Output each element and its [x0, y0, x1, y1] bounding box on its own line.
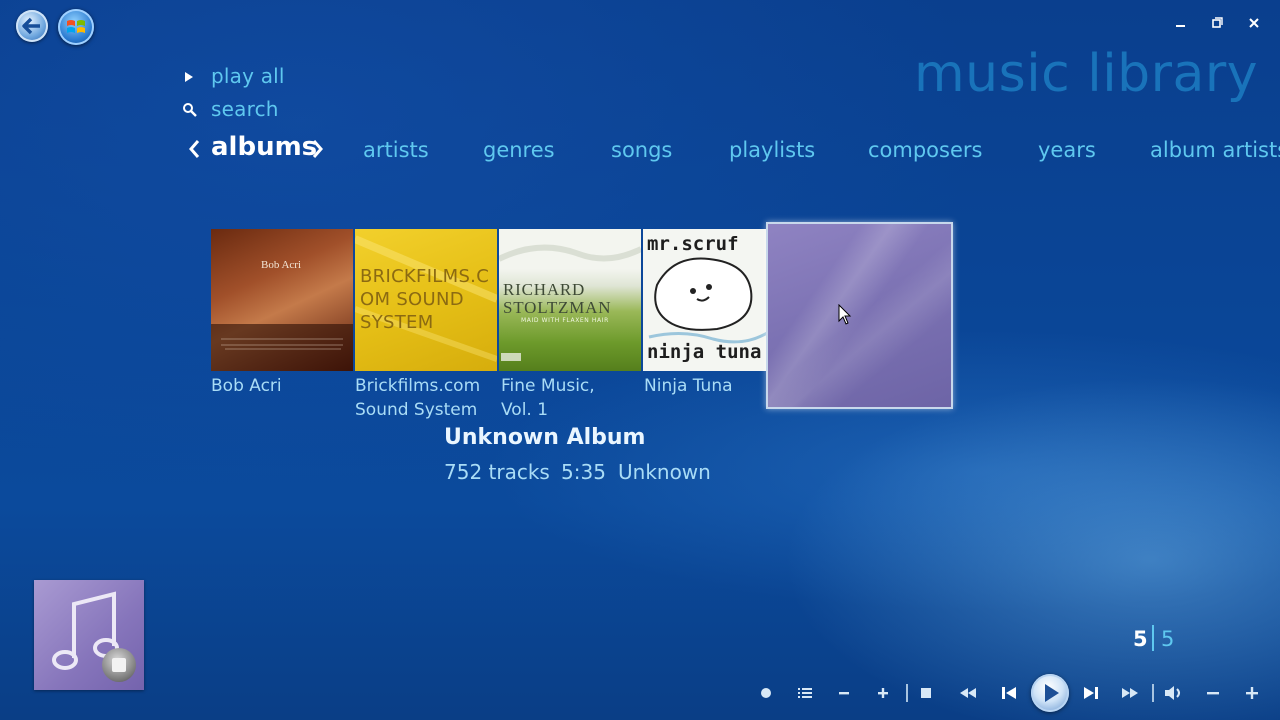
play-button[interactable] — [1031, 674, 1069, 712]
play-all-icon — [182, 69, 198, 85]
cover-text-line: MAID WITH FLAXEN HAIR — [521, 317, 609, 324]
close-icon[interactable] — [1243, 12, 1265, 34]
search-icon — [182, 102, 198, 118]
album-title-line: Brickfilms.com — [355, 376, 481, 396]
pivot-left-chevron-icon[interactable] — [186, 133, 202, 171]
pivot-album-artists[interactable]: album artists — [1150, 138, 1280, 162]
album-cover-brickfilms[interactable]: BRICKFILMS.C OM SOUND SYSTEM — [355, 229, 497, 371]
volume-icon[interactable] — [1162, 682, 1186, 704]
page-counter-divider — [1152, 625, 1154, 651]
search-link[interactable]: search — [211, 97, 279, 121]
cover-text-line: STOLTZMAN — [503, 298, 612, 317]
playlist-icon[interactable] — [795, 682, 815, 704]
rewind-icon[interactable] — [956, 682, 980, 704]
cover-text-line: SYSTEM — [360, 312, 434, 333]
volume-down-icon[interactable] — [1203, 682, 1223, 704]
album-title-line: Fine Music, — [501, 376, 595, 396]
cover-text-line: ninja tuna — [647, 341, 762, 363]
pivot-artists[interactable]: artists — [363, 138, 429, 162]
pivot-genres[interactable]: genres — [483, 138, 555, 162]
selected-album-tracks: 752 tracks — [444, 460, 550, 484]
page-counter-total: 5 — [1161, 627, 1175, 651]
now-playing-thumbnail[interactable] — [34, 580, 144, 690]
pivot-songs[interactable]: songs — [611, 138, 672, 162]
restore-icon[interactable] — [1206, 12, 1228, 34]
album-title-brickfilms[interactable]: Brickfilms.com Sound System — [355, 374, 497, 422]
selected-album-duration: 5:35 — [561, 460, 606, 484]
play-all-link[interactable]: play all — [211, 64, 285, 88]
transport-divider — [1152, 684, 1154, 702]
plus-icon[interactable] — [873, 682, 893, 704]
next-icon[interactable] — [1079, 682, 1103, 704]
windows-start-button[interactable] — [58, 9, 94, 45]
pivot-right-chevron-icon[interactable] — [310, 133, 326, 171]
transport-divider — [906, 684, 908, 702]
record-icon[interactable] — [756, 682, 776, 704]
page-counter-current: 5 — [1133, 627, 1148, 651]
back-arrow-icon — [22, 17, 40, 35]
play-icon — [1045, 684, 1059, 702]
pivot-albums[interactable]: albums — [211, 132, 317, 162]
album-title-line: Sound System — [355, 400, 478, 420]
cover-text-line: OM SOUND — [360, 289, 464, 310]
selected-album-artist: Unknown — [618, 460, 711, 484]
album-cover-fine-music[interactable]: RICHARD STOLTZMAN MAID WITH FLAXEN HAIR — [499, 229, 641, 371]
windows-orb-icon — [67, 20, 85, 33]
previous-icon[interactable] — [997, 682, 1021, 704]
mouse-cursor-icon — [838, 304, 852, 325]
minimize-icon[interactable] — [1170, 12, 1192, 34]
cover-text-line: BRICKFILMS.C — [360, 266, 490, 287]
selected-album-title: Unknown Album — [444, 425, 646, 450]
stop-badge-icon — [102, 648, 136, 682]
page-title: music library — [914, 44, 1259, 104]
stop-icon[interactable] — [916, 682, 936, 704]
cover-text: Bob Acri — [261, 259, 302, 271]
album-title-fine-music[interactable]: Fine Music, Vol. 1 — [501, 374, 643, 422]
album-title-ninja-tuna[interactable]: Ninja Tuna — [644, 374, 786, 398]
pivot-composers[interactable]: composers — [868, 138, 982, 162]
cover-text-line: mr.scruf — [647, 233, 739, 255]
back-button[interactable] — [16, 10, 48, 42]
album-cover-ninja-tuna[interactable]: mr.scruf ninja tuna — [643, 229, 767, 371]
cover-text-line: RICHARD — [503, 280, 586, 299]
album-cover-bob-acri[interactable]: Bob Acri — [211, 229, 353, 371]
pivot-years[interactable]: years — [1038, 138, 1096, 162]
volume-up-icon[interactable] — [1242, 682, 1262, 704]
pivot-playlists[interactable]: playlists — [729, 138, 815, 162]
album-title-line: Vol. 1 — [501, 400, 549, 420]
album-cover-unknown-selected[interactable] — [766, 222, 953, 409]
minus-icon[interactable] — [834, 682, 854, 704]
fast-forward-icon[interactable] — [1118, 682, 1142, 704]
album-title-bob-acri[interactable]: Bob Acri — [211, 374, 353, 398]
